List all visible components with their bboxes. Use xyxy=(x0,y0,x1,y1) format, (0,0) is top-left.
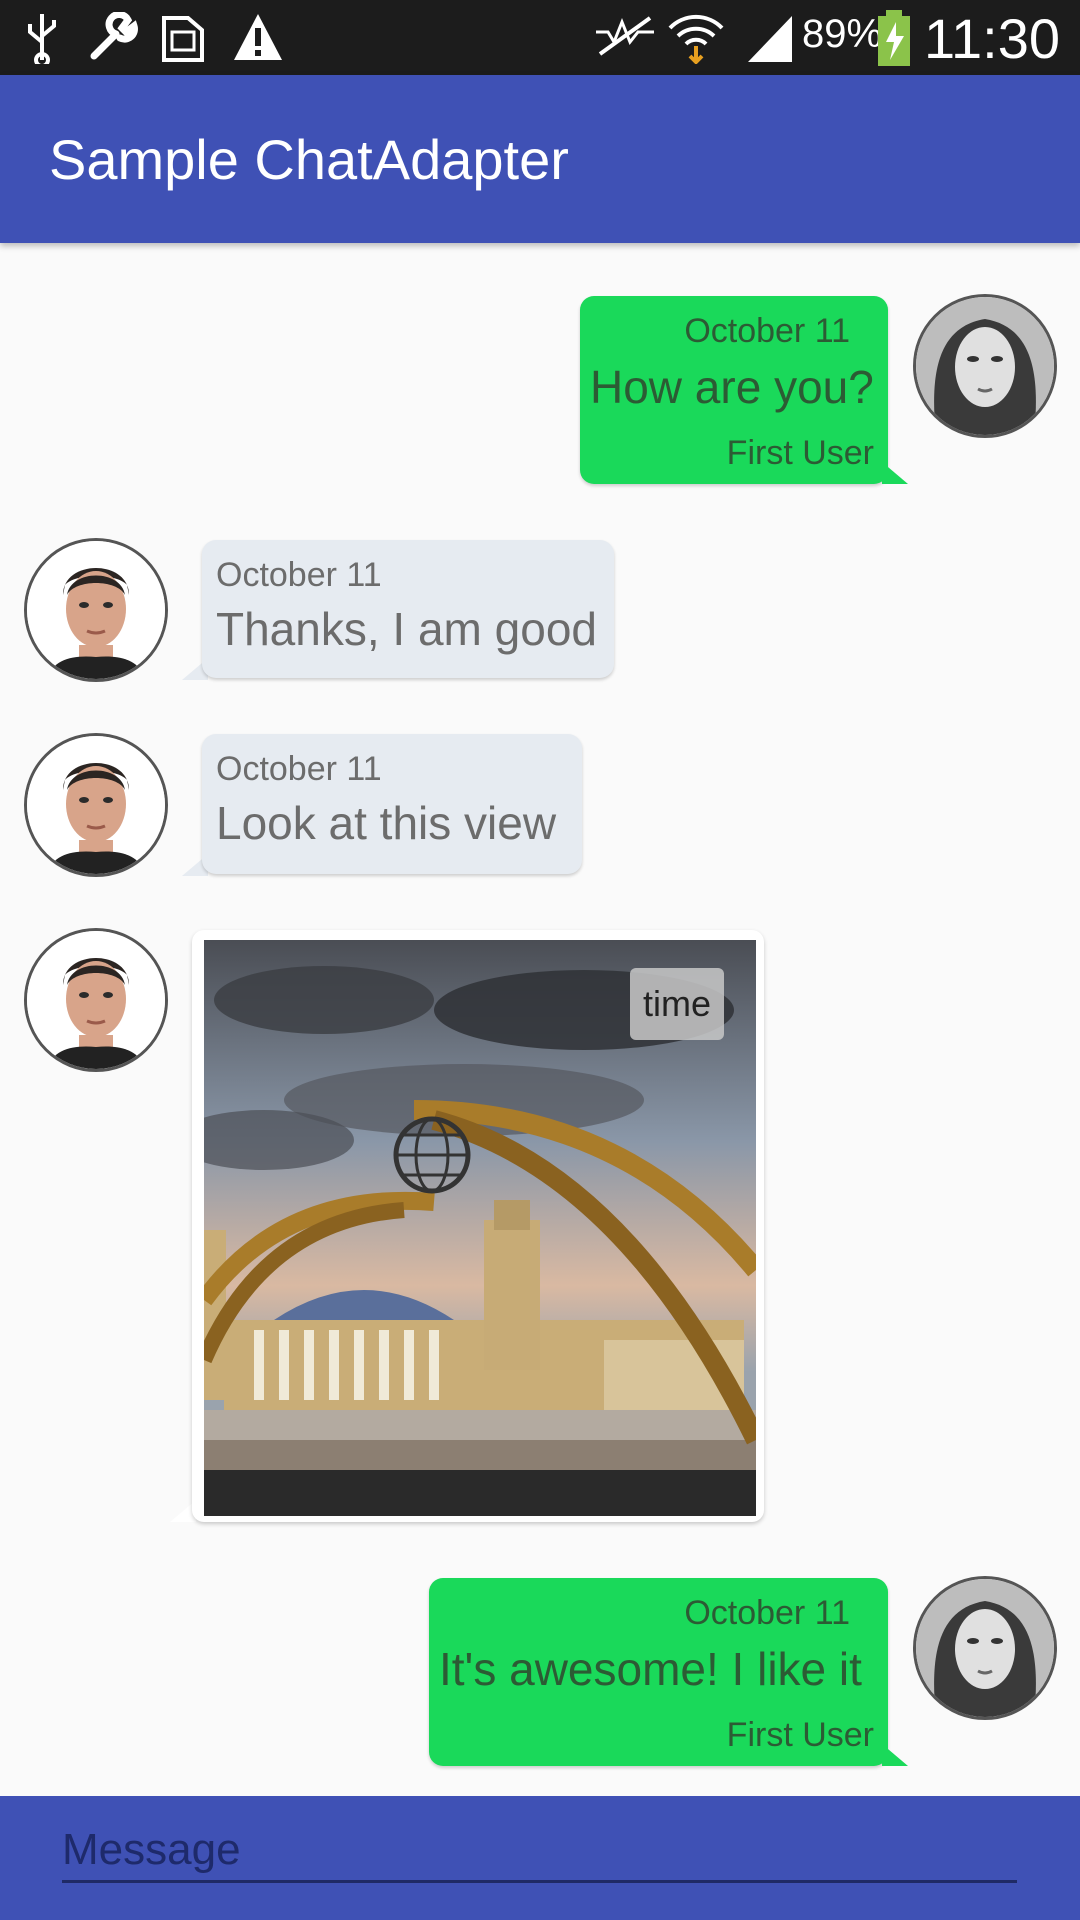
time-badge: time xyxy=(630,968,724,1040)
female-avatar-image xyxy=(916,1579,1054,1717)
message-composer xyxy=(0,1796,1080,1920)
app-bar: Sample ChatAdapter xyxy=(0,75,1080,243)
warning-icon xyxy=(234,14,282,60)
avatar[interactable] xyxy=(24,928,168,1072)
message-date: October 11 xyxy=(216,556,382,594)
avatar[interactable] xyxy=(24,538,168,682)
avatar[interactable] xyxy=(913,1576,1057,1720)
page-title: Sample ChatAdapter xyxy=(49,128,569,191)
male-avatar-image xyxy=(27,541,165,679)
avatar[interactable] xyxy=(24,733,168,877)
image-message[interactable]: time xyxy=(192,930,764,1522)
message-text: Look at this view xyxy=(216,797,557,849)
message-text: How are you? xyxy=(590,361,874,413)
status-bar: 89% 11:30 xyxy=(0,0,1080,75)
bubble-tail xyxy=(882,1744,908,1766)
message-sender: First User xyxy=(726,1716,874,1754)
male-avatar-image xyxy=(27,931,165,1069)
female-avatar-image xyxy=(916,297,1054,435)
message-bubble-outgoing[interactable]: October 11 How are you? First User xyxy=(580,296,888,484)
message-date: October 11 xyxy=(684,1594,850,1632)
no-signal-icon xyxy=(596,16,654,56)
message-date: October 11 xyxy=(216,750,382,788)
shared-photo[interactable]: time xyxy=(204,940,756,1516)
message-date: October 11 xyxy=(684,312,850,350)
wrench-icon xyxy=(90,12,138,60)
bubble-tail xyxy=(882,462,908,484)
sd-card-icon xyxy=(162,16,204,62)
clock: 11:30 xyxy=(924,7,1060,70)
message-sender: First User xyxy=(726,434,874,472)
message-text: Thanks, I am good xyxy=(216,603,597,655)
avatar[interactable] xyxy=(913,294,1057,438)
message-bubble-incoming[interactable]: October 11 Thanks, I am good xyxy=(202,540,614,678)
message-bubble-outgoing[interactable]: October 11 It's awesome! I like it First… xyxy=(429,1578,888,1766)
male-avatar-image xyxy=(27,736,165,874)
signal-icon xyxy=(748,16,792,62)
message-bubble-incoming[interactable]: October 11 Look at this view xyxy=(202,734,582,874)
battery-charging-icon xyxy=(878,10,910,66)
wifi-icon xyxy=(668,14,724,64)
battery-percent: 89% xyxy=(802,12,883,56)
message-text: It's awesome! I like it xyxy=(439,1643,862,1695)
usb-icon xyxy=(28,14,56,64)
message-input[interactable] xyxy=(62,1820,1017,1883)
